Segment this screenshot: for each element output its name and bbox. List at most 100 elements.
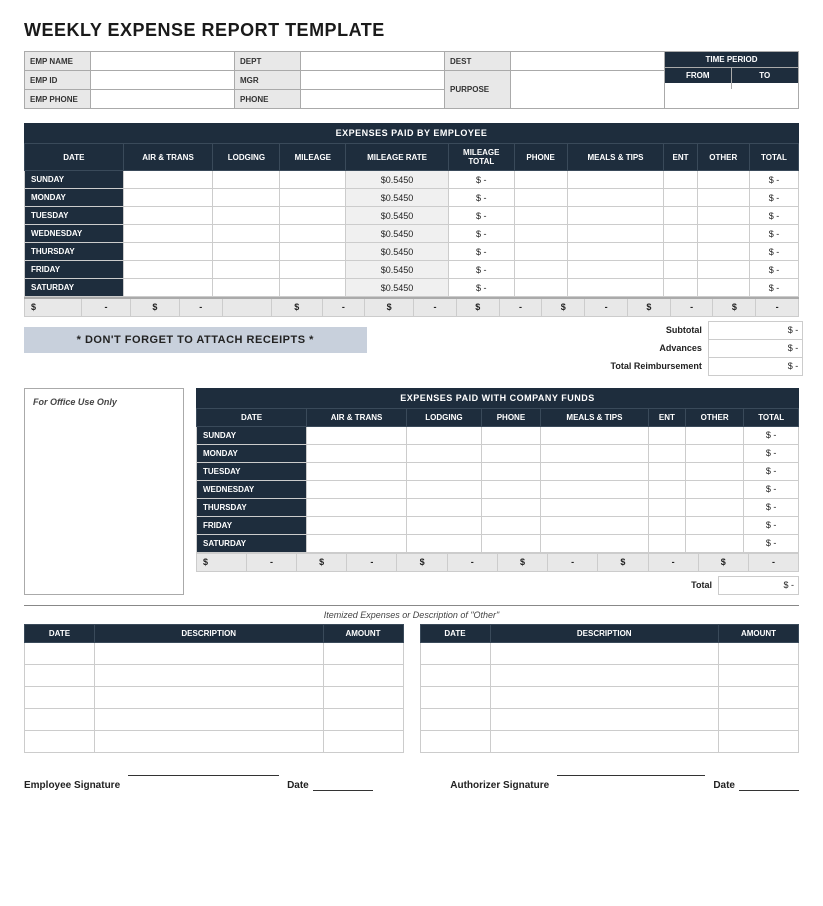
company-totals-table: $ - $ - $ - $ - $ - $ - bbox=[196, 553, 799, 572]
list-item bbox=[420, 708, 799, 730]
subtotal-value[interactable]: $ - bbox=[708, 321, 802, 339]
date-label-2: Date bbox=[713, 780, 735, 791]
date-line-2 bbox=[739, 790, 799, 791]
col-ent: ENT bbox=[664, 144, 697, 171]
itemized-left-table: DATE DESCRIPTION AMOUNT bbox=[24, 624, 404, 753]
table-row: MONDAY$ - bbox=[197, 444, 799, 462]
total-reimbursement-value[interactable]: $ - bbox=[708, 357, 802, 375]
advances-label: Advances bbox=[543, 339, 708, 357]
company-total-table: Total $ - bbox=[579, 576, 799, 595]
table-row: TUESDAY$ - bbox=[197, 462, 799, 480]
comp-col-meals-tips: MEALS & TIPS bbox=[541, 408, 649, 426]
phone-value[interactable] bbox=[300, 90, 444, 108]
authorizer-sig-line bbox=[557, 775, 705, 791]
col-date: DATE bbox=[25, 144, 124, 171]
time-period-label: TIME PERIOD bbox=[665, 52, 798, 67]
company-section-title: EXPENSES PAID WITH COMPANY FUNDS bbox=[196, 388, 799, 408]
employee-total-row: $ - $ - $ - $ - $ - $ - $ - $ - bbox=[25, 298, 799, 316]
list-item bbox=[420, 642, 799, 664]
comp-col-ent: ENT bbox=[648, 408, 685, 426]
header-col-1: EMP NAME EMP ID EMP PHONE bbox=[25, 52, 235, 108]
company-section-layout: For Office Use Only EXPENSES PAID WITH C… bbox=[24, 388, 799, 595]
emp-name-value[interactable] bbox=[90, 52, 234, 70]
emp-name-label: EMP NAME bbox=[25, 52, 90, 70]
comp-col-total: TOTAL bbox=[744, 408, 799, 426]
list-item bbox=[25, 664, 404, 686]
advances-value[interactable]: $ - bbox=[708, 339, 802, 357]
col-meals-tips: MEALS & TIPS bbox=[567, 144, 664, 171]
header-fields: EMP NAME EMP ID EMP PHONE DEPT MGR PHONE… bbox=[24, 51, 799, 109]
itemized-right-table: DATE DESCRIPTION AMOUNT bbox=[420, 624, 800, 753]
dept-value[interactable] bbox=[300, 52, 444, 70]
comp-col-phone: PHONE bbox=[481, 408, 540, 426]
table-row: WEDNESDAY$0.5450$ -$ - bbox=[25, 225, 799, 243]
mgr-value[interactable] bbox=[300, 71, 444, 89]
table-row: TUESDAY$0.5450$ -$ - bbox=[25, 207, 799, 225]
from-value[interactable] bbox=[665, 83, 732, 89]
col-air-trans: AIR & TRANS bbox=[123, 144, 213, 171]
employee-sig-line bbox=[128, 775, 279, 791]
list-item bbox=[420, 686, 799, 708]
col-mileage-rate: MILEAGE RATE bbox=[346, 144, 449, 171]
date-line-1 bbox=[313, 790, 373, 791]
list-item bbox=[25, 642, 404, 664]
list-item bbox=[25, 686, 404, 708]
list-item bbox=[25, 708, 404, 730]
receipts-banner: * DON'T FORGET TO ATTACH RECEIPTS * bbox=[24, 327, 367, 353]
table-row: THURSDAY$0.5450$ -$ - bbox=[25, 243, 799, 261]
header-col-4: TIME PERIOD FROM TO bbox=[665, 52, 798, 108]
company-total-value[interactable]: $ - bbox=[719, 576, 799, 594]
comp-col-lodging: LODGING bbox=[407, 408, 482, 426]
total-reimbursement-label: Total Reimbursement bbox=[543, 357, 708, 375]
mgr-label: MGR bbox=[235, 71, 300, 89]
table-row: SATURDAY$0.5450$ -$ - bbox=[25, 279, 799, 297]
item-left-desc-col: DESCRIPTION bbox=[95, 624, 324, 642]
purpose-label: PURPOSE bbox=[445, 71, 510, 108]
subtotal-label: Subtotal bbox=[543, 321, 708, 339]
list-item bbox=[25, 730, 404, 752]
item-left-date-col: DATE bbox=[25, 624, 95, 642]
comp-col-date: DATE bbox=[197, 408, 307, 426]
col-mileage: MILEAGE bbox=[280, 144, 346, 171]
phone-label: PHONE bbox=[235, 90, 300, 108]
table-row: SUNDAY$ - bbox=[197, 426, 799, 444]
employee-expense-table: DATE AIR & TRANS LODGING MILEAGE MILEAGE… bbox=[24, 143, 799, 297]
itemized-section: Itemized Expenses or Description of "Oth… bbox=[24, 605, 799, 753]
header-col-2: DEPT MGR PHONE bbox=[235, 52, 445, 108]
item-right-amount-col: AMOUNT bbox=[719, 624, 799, 642]
employee-sig-block: Employee Signature Date bbox=[24, 775, 373, 791]
itemized-tables: DATE DESCRIPTION AMOUNT DATE DESCRIPTION… bbox=[24, 624, 799, 753]
office-use-label: For Office Use Only bbox=[33, 397, 175, 407]
table-row: SUNDAY$0.5450$ -$ - bbox=[25, 171, 799, 189]
dest-value[interactable] bbox=[510, 52, 664, 70]
emp-id-label: EMP ID bbox=[25, 71, 90, 89]
employee-section-title: EXPENSES PAID BY EMPLOYEE bbox=[24, 123, 799, 143]
col-other: OTHER bbox=[697, 144, 749, 171]
page-title: WEEKLY EXPENSE REPORT TEMPLATE bbox=[24, 20, 799, 41]
to-label: TO bbox=[732, 68, 799, 83]
comp-col-air-trans: AIR & TRANS bbox=[307, 408, 407, 426]
emp-phone-label: EMP PHONE bbox=[25, 90, 90, 108]
col-phone: PHONE bbox=[514, 144, 567, 171]
to-value[interactable] bbox=[732, 83, 799, 89]
table-row: MONDAY$0.5450$ -$ - bbox=[25, 189, 799, 207]
company-total-label: Total bbox=[579, 576, 719, 594]
employee-expense-section: EXPENSES PAID BY EMPLOYEE DATE AIR & TRA… bbox=[24, 123, 799, 376]
emp-phone-value[interactable] bbox=[90, 90, 234, 108]
col-total: TOTAL bbox=[749, 144, 798, 171]
company-expense-table: DATE AIR & TRANS LODGING PHONE MEALS & T… bbox=[196, 408, 799, 553]
table-row: THURSDAY$ - bbox=[197, 498, 799, 516]
table-row: FRIDAY$0.5450$ -$ - bbox=[25, 261, 799, 279]
dest-label: DEST bbox=[445, 52, 510, 70]
employee-totals-table: $ - $ - $ - $ - $ - $ - $ - $ - bbox=[24, 297, 799, 317]
purpose-value[interactable] bbox=[510, 71, 664, 108]
employee-signature-label: Employee Signature bbox=[24, 780, 120, 791]
subtotal-table: Subtotal $ - Advances $ - Total Reimburs… bbox=[543, 321, 803, 376]
emp-id-value[interactable] bbox=[90, 71, 234, 89]
item-right-desc-col: DESCRIPTION bbox=[490, 624, 719, 642]
table-row: SATURDAY$ - bbox=[197, 534, 799, 552]
table-row: FRIDAY$ - bbox=[197, 516, 799, 534]
item-left-amount-col: AMOUNT bbox=[323, 624, 403, 642]
signature-section: Employee Signature Date Authorizer Signa… bbox=[24, 769, 799, 791]
date-label-1: Date bbox=[287, 780, 309, 791]
